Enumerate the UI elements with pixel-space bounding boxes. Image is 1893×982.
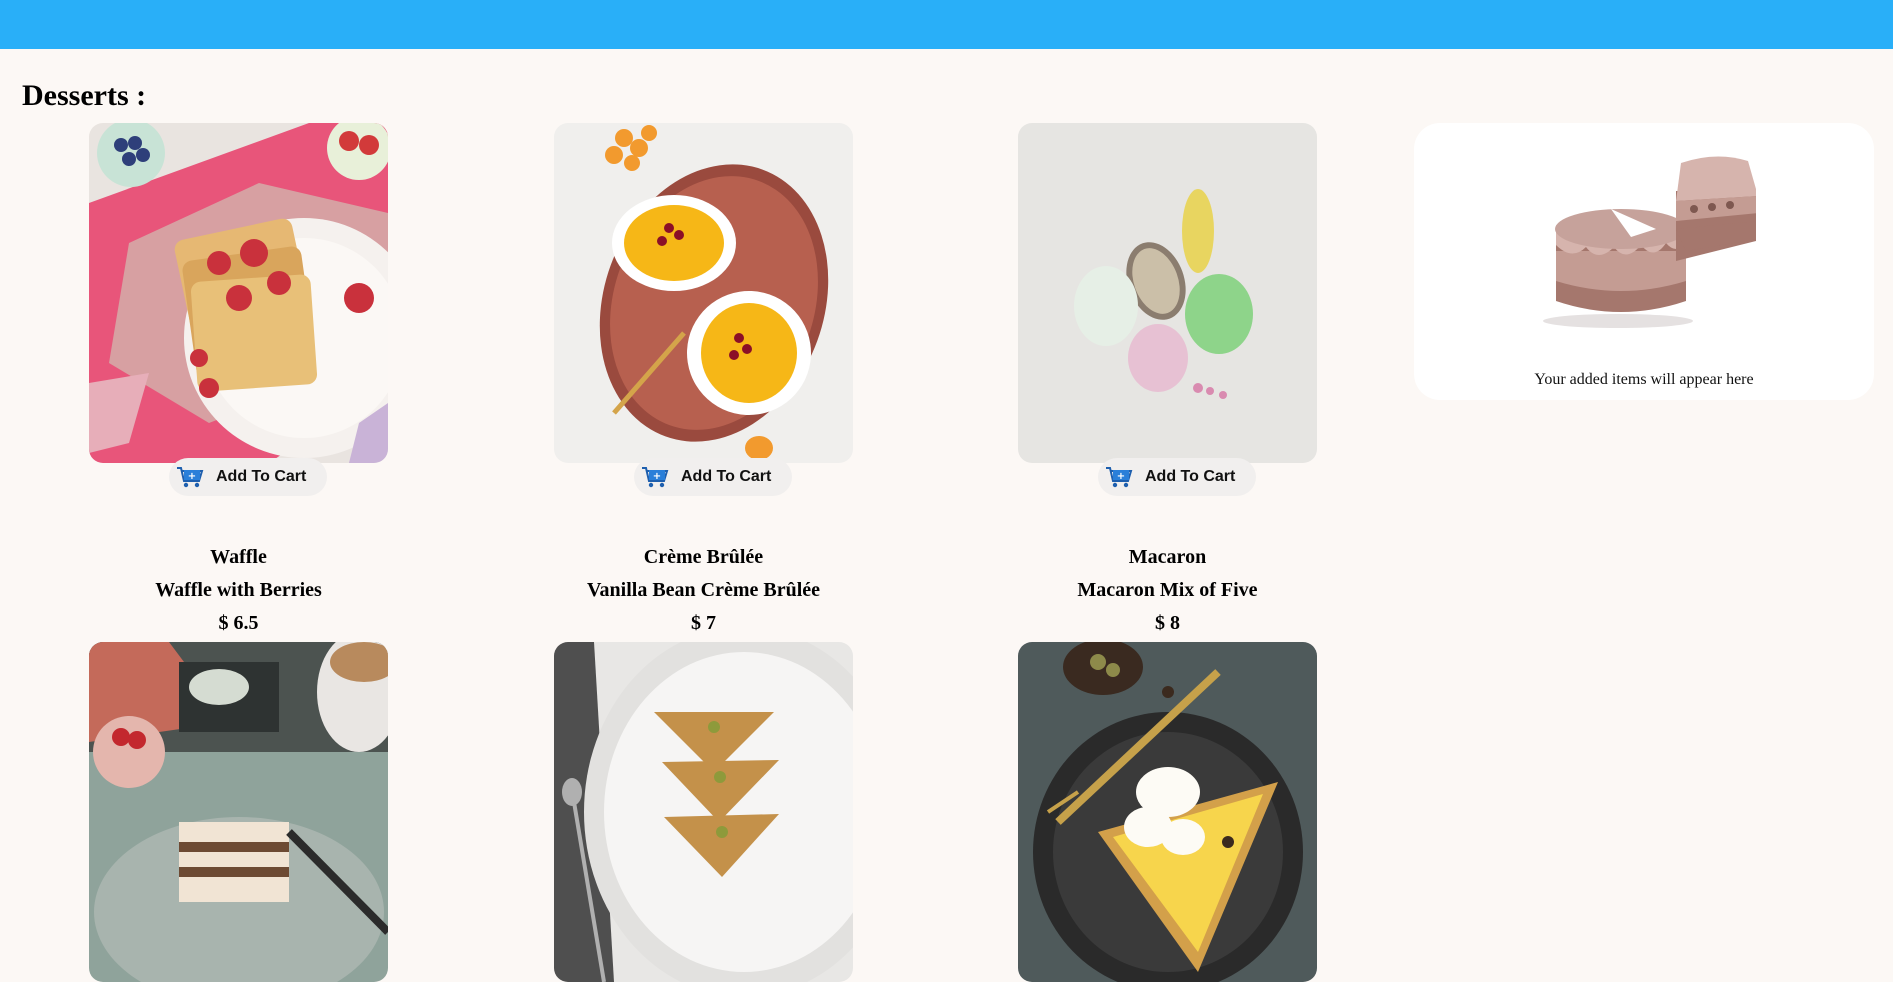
- cart-plus-icon: +: [642, 467, 669, 488]
- product-price: $ 7: [691, 612, 716, 634]
- product-price: $ 6.5: [218, 612, 259, 634]
- top-bar: [0, 0, 1893, 49]
- product-category: Waffle: [210, 546, 267, 568]
- product-price: $ 8: [1155, 612, 1180, 634]
- cart-plus-icon: +: [1106, 467, 1133, 488]
- svg-text:+: +: [653, 471, 661, 482]
- add-to-cart-button-creme-brulee[interactable]: + Add To Cart: [634, 458, 792, 496]
- cake-illustration: [1543, 156, 1756, 328]
- product-image-tiramisu: [89, 642, 388, 982]
- add-to-cart-label: Add To Cart: [1145, 468, 1236, 485]
- product-image-lemon-tart: [1018, 642, 1317, 982]
- add-to-cart-button-macaron[interactable]: + Add To Cart: [1098, 458, 1256, 496]
- add-to-cart-label: Add To Cart: [216, 468, 307, 485]
- svg-text:+: +: [1117, 471, 1125, 482]
- product-image-waffle: [89, 123, 388, 463]
- product-image-creme-brulee: [554, 123, 853, 463]
- page-title: Desserts :: [22, 79, 147, 112]
- add-to-cart-label: Add To Cart: [681, 468, 772, 485]
- cart-plus-icon: +: [177, 467, 204, 488]
- product-name: Macaron Mix of Five: [1077, 579, 1258, 601]
- product-name: Vanilla Bean Crème Brûlée: [586, 579, 821, 601]
- product-category: Crème Brûlée: [643, 546, 764, 568]
- add-to-cart-button-waffle[interactable]: + Add To Cart: [169, 458, 327, 496]
- cart-empty-message: Your added items will appear here: [1534, 371, 1754, 388]
- cart-panel: Your added items will appear here: [1414, 123, 1874, 400]
- product-image-macaron: [1018, 123, 1317, 463]
- product-image-baklava: [554, 642, 853, 982]
- product-name: Waffle with Berries: [155, 579, 322, 601]
- svg-text:+: +: [188, 471, 196, 482]
- product-category: Macaron: [1128, 546, 1207, 568]
